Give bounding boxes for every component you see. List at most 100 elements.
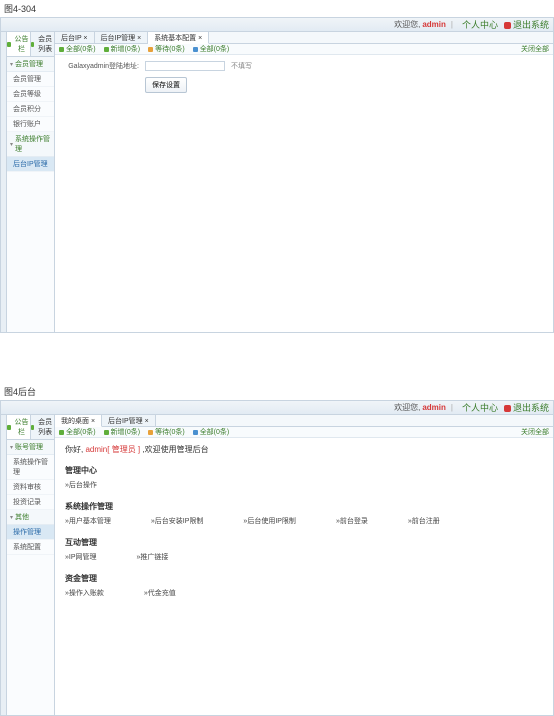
section-title: 系统操作管理 (65, 501, 543, 512)
sidebar-item-ip[interactable]: 后台IP管理 (7, 157, 54, 172)
section-link[interactable]: »后台操作 (65, 480, 97, 490)
personal-center-link[interactable]: 个人中心 (462, 401, 498, 414)
chevron-down-icon: ▾ (10, 514, 13, 521)
toolbar: 全部(0条) 新增(0条) 等待(0条) 全部(0条) 关闭全部 (55, 44, 553, 55)
figure-caption-top: 图4-304 (0, 0, 554, 17)
sidebar-item[interactable]: 会员等级 (7, 87, 54, 102)
logout-icon (504, 22, 511, 29)
admin-panel-2: 欢迎您, admin | 个人中心 退出系统 公告栏 会员列表 ▾账号管理 系统… (0, 400, 554, 716)
toolbar-filter[interactable]: 新增(0条) (104, 427, 141, 437)
toolbar-filter[interactable]: 等待(0条) (148, 44, 185, 54)
section-links: »IP网管理 »推广链接 (65, 552, 543, 565)
chevron-down-icon: ▾ (10, 444, 13, 451)
section-link[interactable]: »前台登录 (336, 516, 368, 526)
header-user-prefix: 欢迎您, (394, 402, 420, 413)
toolbar-filter[interactable]: 等待(0条) (148, 427, 185, 437)
square-icon (104, 430, 109, 435)
logout-link[interactable]: 退出系统 (504, 18, 549, 31)
section-links: »操作入账款 »代金充值 (65, 588, 543, 601)
square-icon (104, 47, 109, 52)
section-link[interactable]: »IP网管理 (65, 552, 97, 562)
chevron-down-icon: ▾ (10, 141, 13, 148)
square-icon (59, 430, 64, 435)
login-url-input[interactable] (145, 61, 225, 71)
sidebar: 公告栏 会员列表 ▾会员管理 会员管理 会员等级 会员积分 银行账户 ▾系统操作… (7, 32, 55, 332)
square-icon (193, 47, 198, 52)
toolbar-filter[interactable]: 全部(0条) (193, 427, 230, 437)
main-panel: 我的桌面 × 后台IP管理 × 全部(0条) 新增(0条) 等待(0条) 全部(… (55, 415, 553, 715)
section-link[interactable]: »后台安装IP限制 (151, 516, 204, 526)
form-row-submit: 保存设置 (65, 77, 543, 93)
main-panel: 后台IP × 后台IP管理 × 系统基本配置 × 全部(0条) 新增(0条) 等… (55, 32, 553, 332)
section-link[interactable]: »前台注册 (408, 516, 440, 526)
section-link[interactable]: »后台使用IP限制 (243, 516, 296, 526)
square-icon (148, 430, 153, 435)
tabbar: 我的桌面 × 后台IP管理 × (55, 415, 553, 427)
sidebar-group-system[interactable]: ▾系统操作管理 (7, 132, 54, 157)
square-icon (193, 430, 198, 435)
header-username: admin (422, 20, 446, 29)
welcome-line: 你好, admin[ 管理员 ] ,欢迎使用管理后台 (65, 444, 543, 455)
sidebar-group-members[interactable]: ▾会员管理 (7, 57, 54, 72)
toolbar-filter[interactable]: 全部(0条) (193, 44, 230, 54)
sidebar-tab-members[interactable]: 会员列表 (31, 415, 54, 439)
personal-center-link[interactable]: 个人中心 (462, 18, 498, 31)
header-username: admin (422, 403, 446, 412)
sidebar-tab-announce[interactable]: 公告栏 (7, 32, 31, 56)
sidebar-item[interactable]: 系统操作管理 (7, 455, 54, 480)
logout-icon (504, 405, 511, 412)
sidebar-item[interactable]: 资料审核 (7, 480, 54, 495)
sidebar-item[interactable]: 会员管理 (7, 72, 54, 87)
header-bar: 欢迎您, admin | 个人中心 退出系统 (1, 18, 553, 32)
tab-dot-icon (31, 425, 34, 430)
tab-active[interactable]: 我的桌面 × (55, 415, 102, 427)
section-link[interactable]: »推广链接 (137, 552, 169, 562)
toolbar-close-all[interactable]: 关闭全部 (519, 427, 549, 437)
form-row-login-url: Galaxyadmin登陆地址: 不填写 (65, 61, 543, 71)
sidebar-tab-announce[interactable]: 公告栏 (7, 415, 31, 439)
square-icon (59, 47, 64, 52)
section-link[interactable]: »代金充值 (144, 588, 176, 598)
toolbar-filter[interactable]: 新增(0条) (104, 44, 141, 54)
chevron-down-icon: ▾ (10, 61, 13, 68)
section-title: 管理中心 (65, 465, 543, 476)
sidebar-item[interactable]: 银行账户 (7, 117, 54, 132)
sidebar-item[interactable]: 操作管理 (7, 525, 54, 540)
tab-active[interactable]: 系统基本配置 × (148, 32, 209, 44)
tab[interactable]: 后台IP × (55, 32, 95, 43)
content-area: Galaxyadmin登陆地址: 不填写 保存设置 (55, 55, 553, 332)
header-user-prefix: 欢迎您, (394, 19, 420, 30)
section-link[interactable]: »用户基本管理 (65, 516, 111, 526)
toolbar-close-all[interactable]: 关闭全部 (519, 44, 549, 54)
tab[interactable]: 后台IP管理 × (102, 415, 156, 426)
toolbar-filter[interactable]: 全部(0条) (59, 427, 96, 437)
toolbar: 全部(0条) 新增(0条) 等待(0条) 全部(0条) 关闭全部 (55, 427, 553, 438)
form-hint: 不填写 (231, 61, 252, 71)
save-button[interactable]: 保存设置 (145, 77, 187, 93)
square-icon (148, 47, 153, 52)
sidebar-item[interactable]: 投资记录 (7, 495, 54, 510)
section-title: 互动管理 (65, 537, 543, 548)
tab-dot-icon (7, 42, 11, 47)
content-area: 你好, admin[ 管理员 ] ,欢迎使用管理后台 管理中心 »后台操作系统操作… (55, 438, 553, 715)
header-bar: 欢迎您, admin | 个人中心 退出系统 (1, 401, 553, 415)
sidebar-item[interactable]: 系统配置 (7, 540, 54, 555)
sidebar-group[interactable]: ▾其他 (7, 510, 54, 525)
tab-dot-icon (31, 42, 34, 47)
sidebar: 公告栏 会员列表 ▾账号管理 系统操作管理 资料审核 投资记录 ▾其他 操作管理… (7, 415, 55, 715)
section-link[interactable]: »操作入账款 (65, 588, 104, 598)
toolbar-filter[interactable]: 全部(0条) (59, 44, 96, 54)
admin-panel-1: 欢迎您, admin | 个人中心 退出系统 公告栏 会员列表 ▾会员管理 会员… (0, 17, 554, 333)
tab[interactable]: 后台IP管理 × (95, 32, 149, 43)
sidebar-group[interactable]: ▾账号管理 (7, 440, 54, 455)
header-sep: | (451, 403, 453, 412)
figure-caption-mid: 图4后台 (0, 383, 554, 400)
sidebar-tab-members[interactable]: 会员列表 (31, 32, 54, 56)
sidebar-item[interactable]: 会员积分 (7, 102, 54, 117)
header-sep: | (451, 20, 453, 29)
logout-link[interactable]: 退出系统 (504, 401, 549, 414)
section-links: »用户基本管理 »后台安装IP限制 »后台使用IP限制 »前台登录 »前台注册 (65, 516, 543, 529)
tab-dot-icon (7, 425, 11, 430)
tabbar: 后台IP × 后台IP管理 × 系统基本配置 × (55, 32, 553, 44)
form-label: Galaxyadmin登陆地址: (65, 61, 145, 71)
